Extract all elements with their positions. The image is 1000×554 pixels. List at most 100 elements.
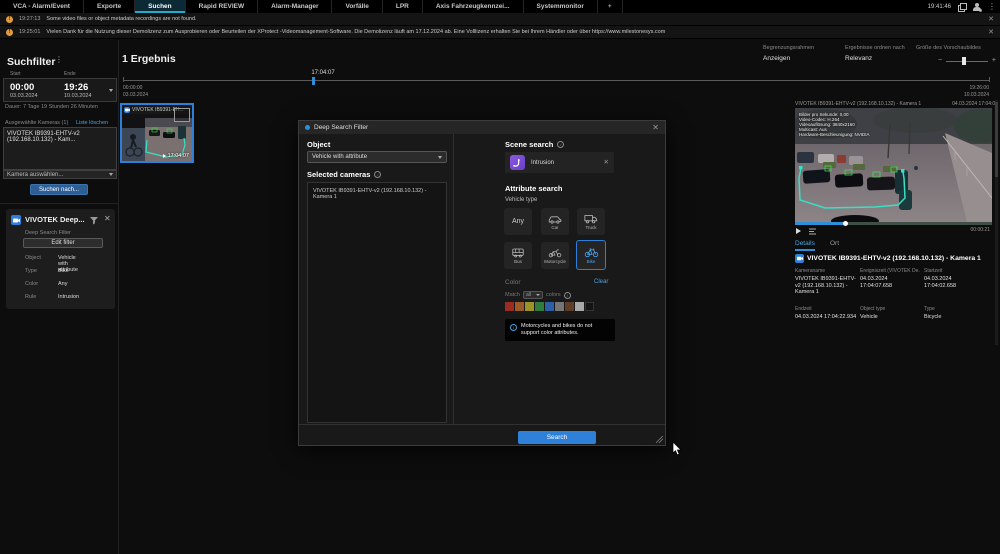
tab-rapid-review[interactable]: Rapid REVIEW	[186, 0, 259, 13]
thumbnail-hover-box[interactable]	[174, 108, 190, 122]
color-swatch-row	[505, 302, 615, 311]
tab-ort[interactable]: Ort	[830, 240, 839, 247]
vehicle-type-motorcycle[interactable]: Motorcycle	[541, 242, 569, 269]
info-message-text: Motorcycles and bikes do not support col…	[521, 323, 610, 337]
deep-search-filter-panel: VIVOTEK Deep... ✕ Deep Search Filter Edi…	[6, 209, 115, 309]
sort-by-dropdown[interactable]: Relevanz	[845, 55, 872, 62]
start-date: 03.03.2024	[10, 93, 38, 99]
minus-icon[interactable]: −	[938, 57, 942, 64]
tab-vca-alarm-event[interactable]: VCA - Alarm/Event	[0, 0, 84, 13]
tab-lpr[interactable]: LPR	[383, 0, 423, 13]
color-swatch-orange[interactable]	[515, 302, 524, 311]
vehicle-type-bike[interactable]: Bike	[576, 240, 606, 270]
plugin-dot-icon	[305, 125, 310, 130]
windows-layout-icon[interactable]	[958, 3, 966, 11]
sidebar-separator	[118, 40, 119, 554]
close-icon[interactable]: ✕	[104, 215, 111, 222]
slider-track[interactable]	[946, 61, 988, 62]
result-thumbnail[interactable]: VIVOTEK IB9391-EH... 17:04:07	[120, 103, 194, 163]
chevron-down-icon	[109, 173, 113, 176]
color-swatch-black[interactable]	[585, 302, 594, 311]
bus-icon	[511, 247, 525, 258]
search-for-button[interactable]: Suchen nach...	[30, 184, 88, 195]
dialog-camera-list: VIVOTEK IB9391-EHTV-v2 (192.168.10.132) …	[307, 182, 447, 423]
vehicle-type-any[interactable]: Any	[504, 208, 532, 235]
color-swatch-gray[interactable]	[555, 302, 564, 311]
color-swatch-blue[interactable]	[545, 302, 554, 311]
attribute-search-label: Attribute search	[505, 184, 563, 193]
thumbnail-size-slider[interactable]: − +	[938, 57, 996, 65]
video-frame[interactable]: Bilder pro Sekunde: 0,00 Video-Codec: H.…	[795, 108, 992, 222]
timeline-marker[interactable]	[312, 77, 315, 85]
color-swatch-yellow[interactable]	[525, 302, 534, 311]
field-label: Kameraname	[795, 268, 857, 274]
slider-handle[interactable]	[962, 57, 966, 65]
timeline-track[interactable]	[123, 80, 990, 81]
close-icon[interactable]: ✕	[652, 124, 659, 131]
color-swatch-silver[interactable]	[575, 302, 584, 311]
match-mode-dropdown[interactable]: all	[523, 291, 543, 299]
field-label: Object type	[860, 306, 920, 312]
scrollbar-thumb[interactable]	[995, 102, 998, 177]
vehicle-type-bus[interactable]: Bus	[504, 242, 532, 269]
dialog-titlebar[interactable]: Deep Search Filter ✕	[299, 121, 665, 134]
tab-exporte[interactable]: Exporte	[84, 0, 135, 13]
vehicle-type-label: Car	[551, 225, 558, 230]
sidebar-divider	[0, 203, 118, 204]
info-message-box: Motorcycles and bikes do not support col…	[505, 319, 615, 341]
timeline-end-tick	[989, 77, 990, 82]
color-swatch-green[interactable]	[535, 302, 544, 311]
time-range-picker[interactable]: Start Ende 00:00 19:26 03.03.2024 10.03.…	[3, 78, 117, 102]
tab-axis-fahrzeugkennzeichen[interactable]: Axis Fahrzeugkennzei...	[423, 0, 524, 13]
vehicle-type-label: Any	[512, 218, 524, 225]
field-label: Object	[25, 255, 41, 261]
filter-menu-icon[interactable]: ⋮	[55, 56, 63, 64]
sidebar-title: Suchfilter	[7, 56, 55, 68]
preview-camera-title: VIVOTEK IB9391-EHTV-v2 (192.168.10.132) …	[795, 101, 935, 107]
user-profile-icon[interactable]	[973, 3, 981, 11]
vehicle-type-truck[interactable]: Truck	[577, 208, 605, 235]
playback-handle[interactable]	[843, 221, 848, 226]
tab-details[interactable]: Details	[795, 240, 815, 251]
close-icon[interactable]: ✕	[988, 29, 994, 36]
more-options-icon[interactable]: ⋮	[988, 3, 996, 11]
remove-scene-icon[interactable]: ✕	[604, 159, 609, 166]
field-label: Rule	[25, 294, 36, 300]
clock: 19:41:46	[928, 4, 951, 10]
vehicle-type-car[interactable]: Car	[541, 208, 569, 235]
notification-bar: 19:25:01 Vielen Dank für die Nutzung die…	[0, 26, 1000, 39]
clear-colors-link[interactable]: Clear	[594, 279, 608, 285]
edit-filter-label: Edit filter	[51, 240, 74, 246]
color-swatch-red[interactable]	[505, 302, 514, 311]
resize-grip[interactable]	[656, 436, 663, 443]
edit-filter-button[interactable]: Edit filter	[23, 238, 103, 248]
tab-label: Exporte	[97, 3, 121, 10]
playback-mode-icon[interactable]	[808, 228, 817, 235]
bounding-box-dropdown[interactable]: Anzeigen	[763, 55, 790, 62]
notification-time: 19:25:01	[19, 29, 40, 35]
object-dropdown[interactable]: Vehicle with attribute	[307, 151, 447, 163]
clear-list-link[interactable]: Liste löschen	[76, 120, 108, 126]
filter-funnel-icon[interactable]	[90, 217, 98, 225]
tab-suchen[interactable]: Suchen	[135, 0, 185, 13]
field-value: VIVOTEK IB9391-EHTV-v2 (192.168.10.132) …	[795, 276, 857, 296]
end-date: 10.03.2024	[64, 93, 92, 99]
field-value: Intrusion	[58, 294, 79, 300]
plus-icon[interactable]: +	[992, 57, 996, 64]
close-icon[interactable]: ✕	[988, 16, 994, 23]
search-button[interactable]: Search	[518, 431, 596, 444]
camera-select-placeholder: Kamera auswählen...	[7, 172, 63, 178]
camera-list-item[interactable]: VIVOTEK IB9391-EHTV-v2 (192.168.10.132) …	[7, 131, 113, 143]
tab-systemmonitor[interactable]: Systemmonitor	[524, 0, 598, 13]
playback-progress-track[interactable]	[795, 222, 992, 225]
dialog-camera-item[interactable]: VIVOTEK IB9391-EHTV-v2 (192.168.10.132) …	[313, 188, 441, 200]
add-tab-button[interactable]: +	[598, 0, 623, 13]
color-swatch-brown[interactable]	[565, 302, 574, 311]
panel-scrollbar[interactable]	[995, 100, 998, 345]
tab-alarm-manager[interactable]: Alarm-Manager	[258, 0, 332, 13]
timeline-start-date: 03.03.2024	[123, 92, 148, 98]
tab-vorfaelle[interactable]: Vorfälle	[332, 0, 382, 13]
warning-icon	[6, 16, 13, 23]
camera-select-dropdown[interactable]: Kamera auswählen...	[3, 170, 117, 179]
play-icon[interactable]	[796, 228, 801, 234]
